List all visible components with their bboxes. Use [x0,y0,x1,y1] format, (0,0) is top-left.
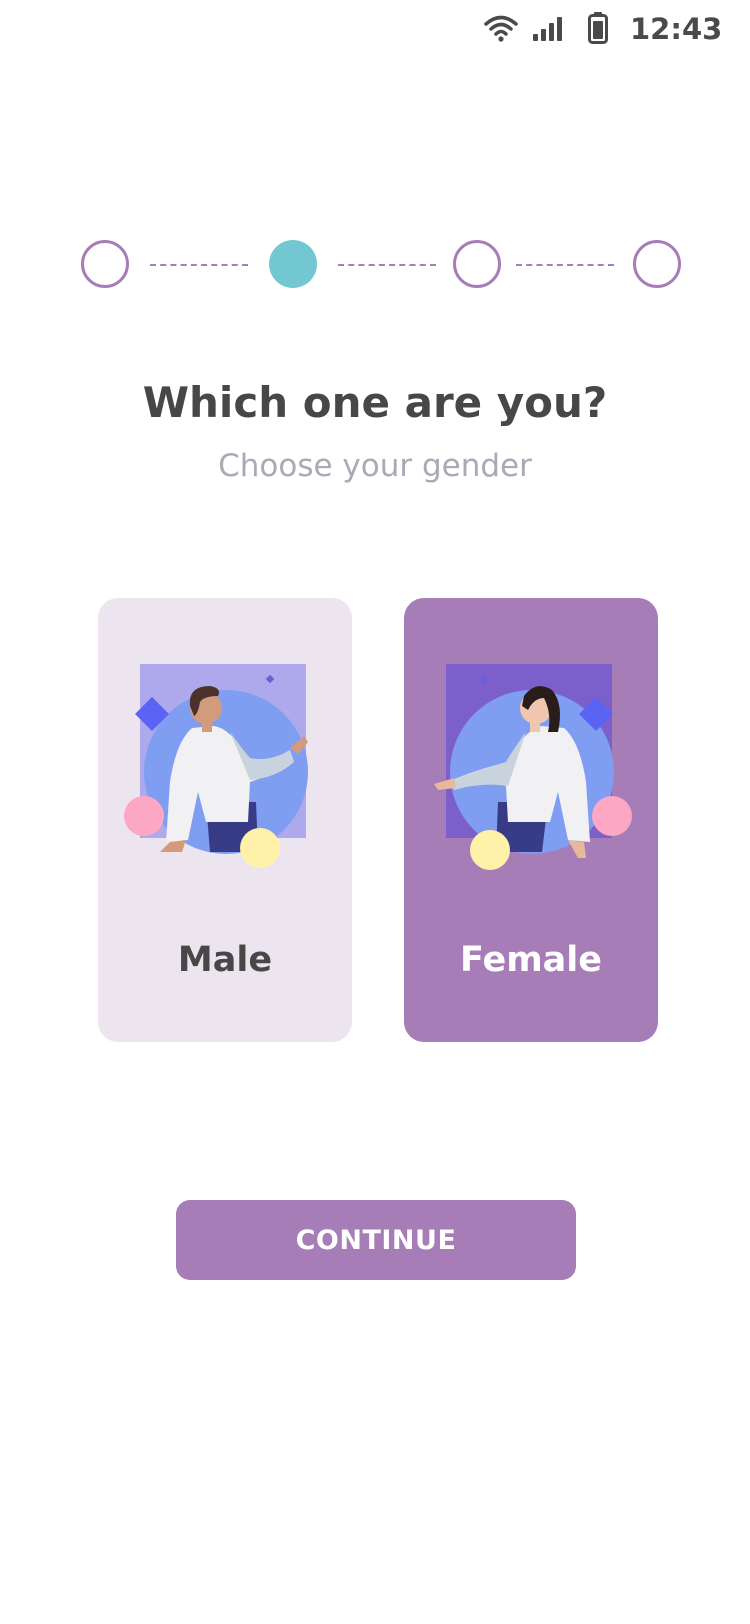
step-1-indicator [81,240,129,288]
step-4-indicator [633,240,681,288]
page-title: Which one are you? [142,378,608,427]
step-2-indicator [269,240,317,288]
status-time: 12:43 [630,12,723,46]
man-illustration [124,664,308,868]
female-option-card[interactable]: Female [404,598,658,1042]
wifi-icon [484,15,518,42]
female-option-label: Female [459,940,603,980]
male-option-card[interactable]: Male [98,598,352,1042]
step-connector [150,264,248,266]
progress-stepper [0,236,750,292]
woman-illustration [434,664,632,870]
male-option-label: Male [177,940,273,980]
battery-icon [588,12,608,44]
continue-button[interactable]: CONTINUE [176,1200,576,1280]
step-3-indicator [453,240,501,288]
status-bar: 12:43 [0,0,750,60]
step-connector [516,264,614,266]
step-connector [338,264,436,266]
signal-icon [533,17,562,41]
page-subtitle: Choose your gender [218,448,532,484]
